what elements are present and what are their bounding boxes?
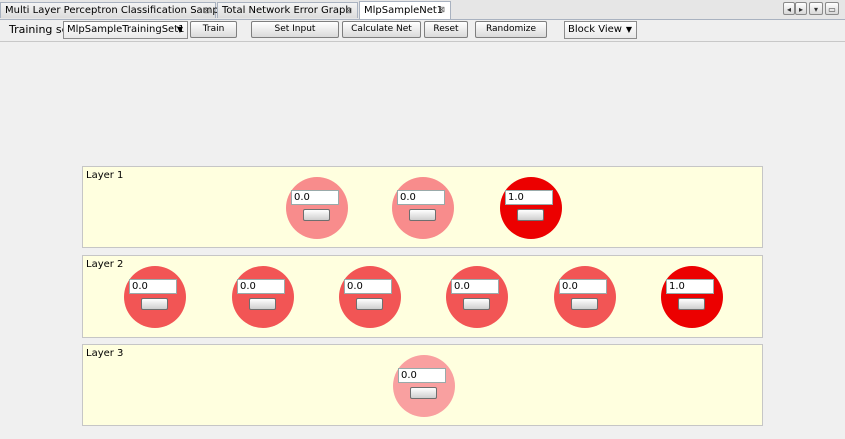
- layer-2-panel: Layer 2 0.0 0.0 0.0 0.0 0.0 1.0: [82, 255, 763, 338]
- neuron-value-field[interactable]: 0.0: [397, 190, 445, 205]
- neuron[interactable]: 0.0: [232, 266, 294, 328]
- layer-3-panel: Layer 3 0.0: [82, 344, 763, 426]
- scroll-right-icon[interactable]: ▸: [795, 2, 807, 15]
- randomize-button[interactable]: Randomize: [475, 21, 547, 38]
- train-button[interactable]: Train: [190, 21, 237, 38]
- chevron-down-icon: ▼: [176, 25, 183, 34]
- reset-button[interactable]: Reset: [424, 21, 468, 38]
- close-icon[interactable]: ⊠: [345, 6, 352, 15]
- neuron[interactable]: 1.0: [500, 177, 562, 239]
- restore-window-icon[interactable]: ▭: [825, 2, 839, 15]
- tab-bar: Multi Layer Perceptron Classification Sa…: [0, 0, 845, 20]
- chevron-down-icon: ▼: [625, 25, 632, 34]
- layer-title: Layer 2: [86, 259, 124, 270]
- close-icon[interactable]: ⊠: [203, 6, 210, 15]
- close-icon[interactable]: ⊠: [438, 5, 445, 14]
- neuron[interactable]: 0.0: [392, 177, 454, 239]
- view-mode-value: Block View: [568, 24, 622, 35]
- neuron-button[interactable]: [463, 298, 490, 310]
- neuron[interactable]: 0.0: [124, 266, 186, 328]
- neuron-value-field[interactable]: 0.0: [129, 279, 177, 294]
- tab-label: Total Network Error Graph: [222, 5, 352, 16]
- neuron-button[interactable]: [409, 209, 436, 221]
- neuron-value-field[interactable]: 1.0: [505, 190, 553, 205]
- toolbar: Training set: MlpSampleTrainingSet1 ▼ Tr…: [0, 20, 845, 42]
- tab-mlp-classification-sample[interactable]: Multi Layer Perceptron Classification Sa…: [0, 2, 228, 18]
- layer-1-panel: Layer 1 0.0 0.0 1.0: [82, 166, 763, 248]
- neuron[interactable]: 0.0: [554, 266, 616, 328]
- training-set-select[interactable]: MlpSampleTrainingSet1 ▼: [63, 21, 188, 39]
- view-mode-select[interactable]: Block View ▼: [564, 21, 637, 39]
- neuron[interactable]: 0.0: [286, 177, 348, 239]
- neuron-value-field[interactable]: 1.0: [666, 279, 714, 294]
- tab-scroll-buttons: ◂ ▸: [783, 2, 807, 15]
- neuron[interactable]: 0.0: [393, 355, 455, 417]
- neuron-button[interactable]: [303, 209, 330, 221]
- calculate-net-button[interactable]: Calculate Net: [342, 21, 421, 38]
- neuron-button[interactable]: [678, 298, 705, 310]
- neuron-button[interactable]: [356, 298, 383, 310]
- tab-mlpsamplenet1[interactable]: MlpSampleNet1 ⊠: [359, 1, 451, 19]
- neuron-value-field[interactable]: 0.0: [291, 190, 339, 205]
- tab-label: MlpSampleNet1: [364, 5, 444, 16]
- tab-nav-controls: ◂ ▸ ▾ ▭: [783, 2, 839, 15]
- neuron-button[interactable]: [571, 298, 598, 310]
- neuron-value-field[interactable]: 0.0: [451, 279, 499, 294]
- neuron[interactable]: 0.0: [446, 266, 508, 328]
- layer-title: Layer 3: [86, 348, 124, 359]
- layer-title: Layer 1: [86, 170, 124, 181]
- neuron-button[interactable]: [249, 298, 276, 310]
- scroll-left-icon[interactable]: ◂: [783, 2, 795, 15]
- set-input-button[interactable]: Set Input: [251, 21, 339, 38]
- neuron-value-field[interactable]: 0.0: [398, 368, 446, 383]
- neuron-button[interactable]: [410, 387, 437, 399]
- tab-label: Multi Layer Perceptron Classification Sa…: [5, 5, 228, 16]
- neuron-value-field[interactable]: 0.0: [344, 279, 392, 294]
- tab-total-network-error-graph[interactable]: Total Network Error Graph ⊠: [217, 2, 358, 18]
- training-set-value: MlpSampleTrainingSet1: [67, 24, 185, 35]
- neuron-button[interactable]: [517, 209, 544, 221]
- tab-menu-icon[interactable]: ▾: [809, 2, 823, 15]
- neuron-value-field[interactable]: 0.0: [559, 279, 607, 294]
- neuron-button[interactable]: [141, 298, 168, 310]
- neuron-value-field[interactable]: 0.0: [237, 279, 285, 294]
- neuron[interactable]: 0.0: [339, 266, 401, 328]
- neuron[interactable]: 1.0: [661, 266, 723, 328]
